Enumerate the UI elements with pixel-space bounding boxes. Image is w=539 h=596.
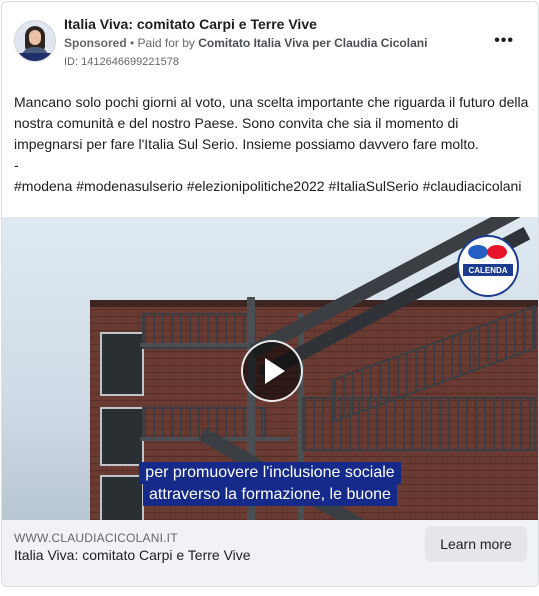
post-body-text: Mancano solo pochi giorni al voto, una s… (14, 94, 529, 194)
ad-card: Italia Viva: comitato Carpi e Terre Vive… (1, 1, 539, 587)
post-header: Italia Viva: comitato Carpi e Terre Vive… (2, 2, 538, 78)
page-avatar[interactable] (14, 20, 56, 62)
sponsored-label: Sponsored (64, 36, 127, 50)
learn-more-button[interactable]: Learn more (425, 526, 527, 562)
funder-name: Comitato Italia Viva per Claudia Cicolan… (198, 36, 428, 50)
party-logo: CALENDA (457, 235, 519, 297)
party-logo-text: CALENDA (468, 266, 508, 275)
play-button[interactable] (241, 340, 303, 402)
subtitle-line-1: per promuovere l'inclusione sociale (139, 462, 401, 484)
page-name-link[interactable]: Italia Viva: comitato Carpi e Terre Vive (64, 16, 317, 32)
link-footer[interactable]: WWW.CLAUDIACICOLANI.IT Italia Viva: comi… (2, 520, 538, 586)
paid-for-label: • Paid for by (130, 36, 195, 50)
play-icon (265, 358, 285, 384)
video-player[interactable]: CALENDA per promuovere l'inclusione soci… (2, 217, 538, 520)
video-subtitles: per promuovere l'inclusione sociale attr… (2, 462, 538, 506)
subtitle-line-2: attraverso la formazione, le buone (143, 484, 397, 506)
link-domain: WWW.CLAUDIACICOLANI.IT (14, 531, 178, 545)
ad-id: ID: 1412646699221578 (64, 56, 179, 68)
link-title[interactable]: Italia Viva: comitato Carpi e Terre Vive (14, 547, 251, 563)
sponsored-line: Sponsored • Paid for by Comitato Italia … (64, 36, 427, 50)
more-options-icon[interactable]: ••• (494, 32, 514, 50)
